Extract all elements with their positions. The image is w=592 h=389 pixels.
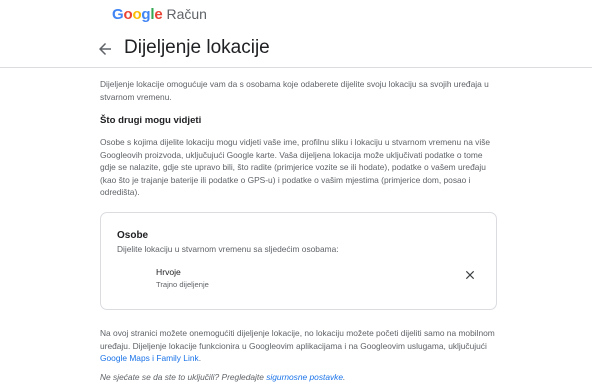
card-title: Osobe [117, 230, 149, 241]
person-status: Trajno dijeljenje [156, 280, 209, 289]
footer-text: Na ovoj stranici možete onemogućiti dije… [100, 327, 498, 365]
google-letter: G [112, 6, 124, 23]
card-subtitle: Dijelite lokaciju u stvarnom vremenu sa … [117, 244, 339, 254]
close-icon[interactable] [463, 268, 477, 282]
security-hint: Ne sjećate se da ste to uključili? Pregl… [100, 372, 345, 382]
people-card: Osobe Dijelite lokaciju u stvarnom vreme… [100, 212, 497, 310]
hint-text: Ne sjećate se da ste to uključili? Pregl… [100, 372, 267, 382]
section-body: Osobe s kojima dijelite lokaciju mogu vi… [100, 137, 491, 198]
google-account-logo[interactable]: Google Račun [112, 6, 207, 23]
top-bar: Google Račun [0, 0, 592, 30]
section-heading: Što drugi mogu vidjeti [100, 115, 202, 126]
person-name: Hrvoje [156, 267, 181, 277]
hint-text-end: . [343, 372, 346, 382]
google-letter: e [154, 6, 163, 23]
google-wordmark: Google [112, 6, 163, 23]
page-header: Dijeljenje lokacije [0, 30, 592, 68]
footer-text-body: Na ovoj stranici možete onemogućiti dije… [100, 328, 495, 351]
intro-text: Dijeljenje lokacije omogućuje vam da s o… [100, 79, 489, 102]
security-settings-link[interactable]: sigurnosne postavke [266, 372, 343, 382]
footer-text-end: . [198, 353, 202, 364]
arrow-back-icon[interactable] [96, 40, 114, 58]
product-name: Račun [166, 6, 207, 22]
page-title: Dijeljenje lokacije [124, 37, 270, 58]
maps-family-link[interactable]: Google Maps i Family Link [100, 353, 199, 363]
